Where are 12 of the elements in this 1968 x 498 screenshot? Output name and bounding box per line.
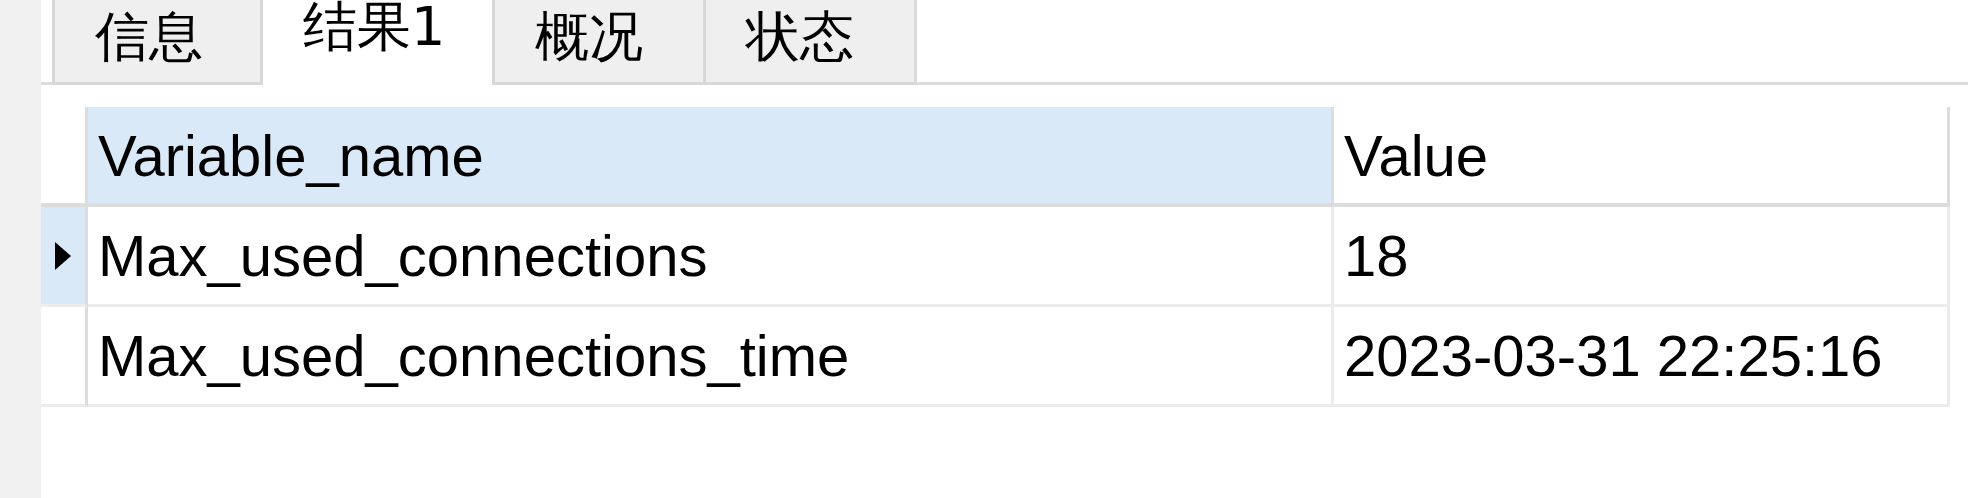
- tab[interactable]: 概况: [495, 0, 706, 85]
- column-header[interactable]: Value: [1334, 107, 1950, 207]
- table-cell: Max_used_connections_time: [88, 307, 1334, 407]
- column-header[interactable]: Variable_name: [88, 107, 1334, 207]
- tab[interactable]: 信息: [52, 0, 263, 85]
- row-indicator[interactable]: [41, 207, 88, 307]
- tab[interactable]: 结果1: [263, 0, 495, 85]
- table-cell: Max_used_connections: [88, 207, 1334, 307]
- table-cell: 18: [1334, 207, 1950, 307]
- tab[interactable]: 状态: [706, 0, 917, 85]
- table-cell: 2023-03-31 22:25:16: [1334, 307, 1950, 407]
- current-row-icon: [55, 241, 71, 270]
